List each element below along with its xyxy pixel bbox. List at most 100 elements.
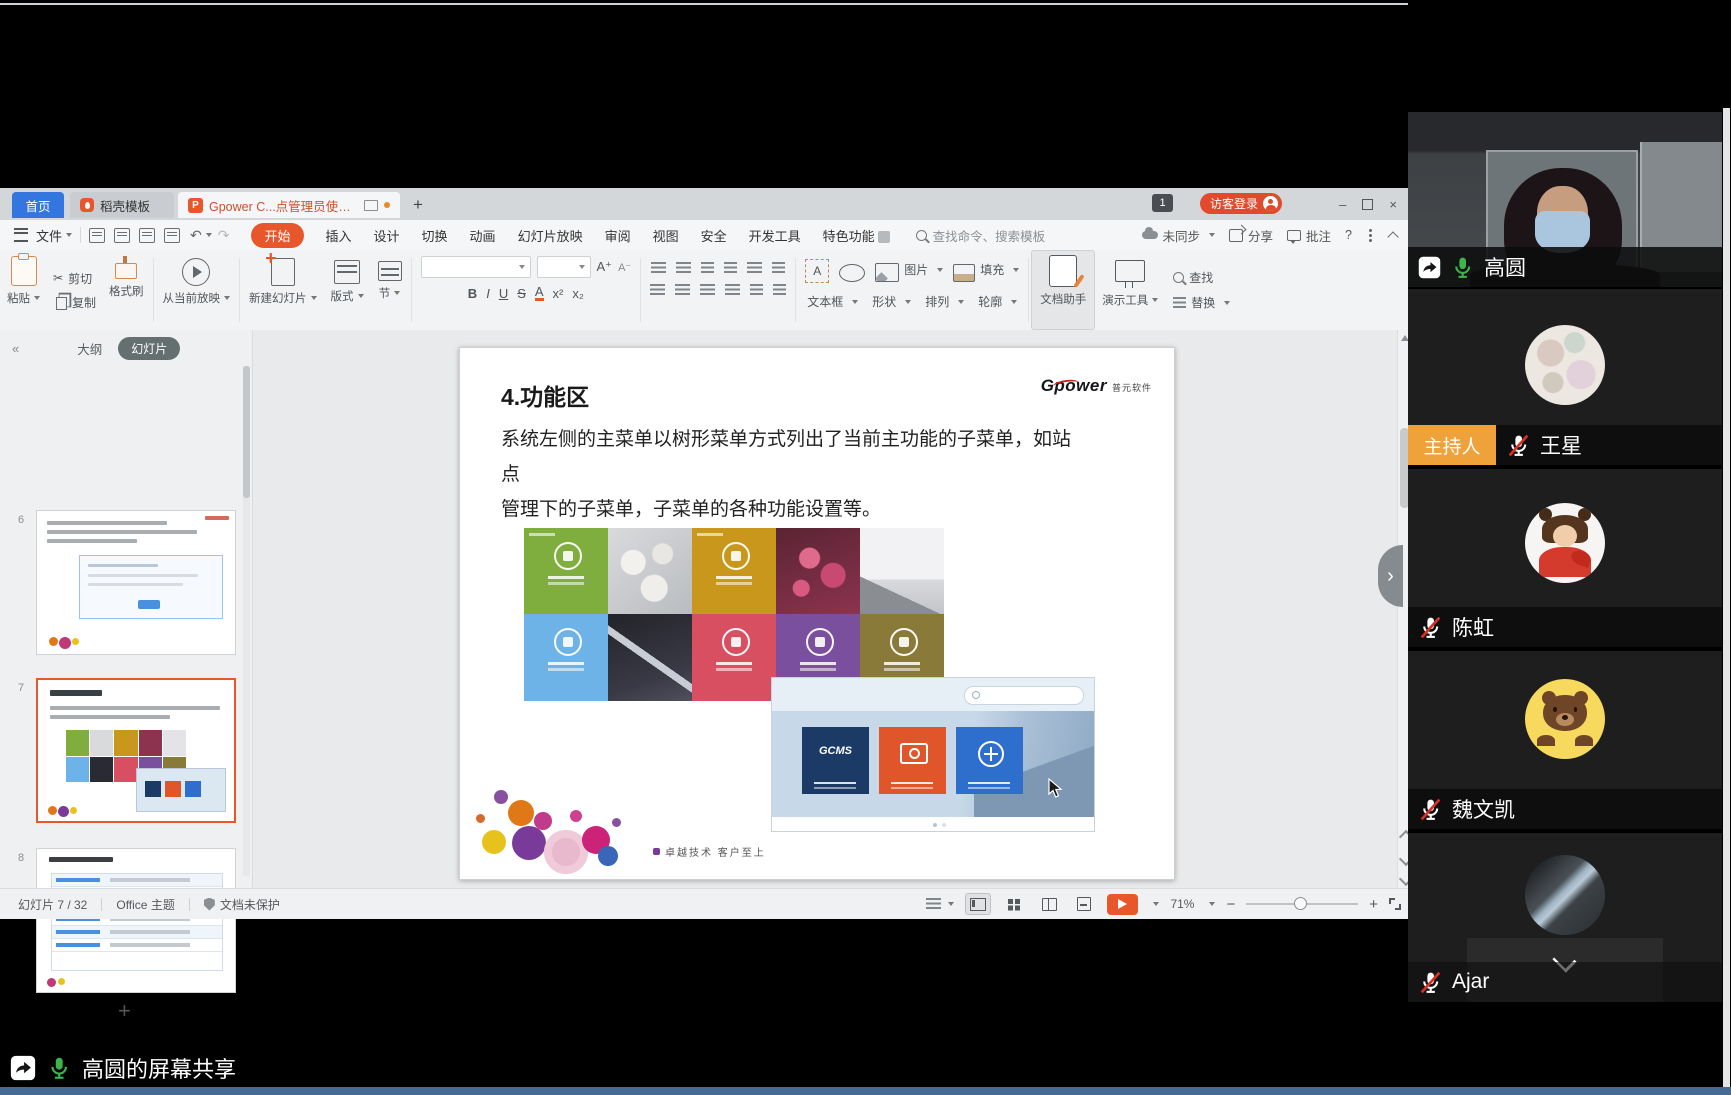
close-button[interactable]: × [1389,197,1397,212]
tab-start[interactable]: 开始 [251,223,303,248]
theme-label[interactable]: Office 主题 [116,896,174,913]
decrease-indent-icon[interactable] [701,262,714,274]
slideshow-play-button[interactable] [1107,894,1138,915]
slide-thumbnail-8[interactable] [36,848,236,993]
columns-icon[interactable] [773,284,786,296]
slide-canvas[interactable]: Gpower 普元软件 4.功能区 系统左侧的主菜单以树形菜单方式列出了当前主功… [459,347,1175,880]
arrange-button[interactable]: 排列 [925,293,964,310]
zoom-slider[interactable] [1246,903,1358,905]
tab-transition[interactable]: 切换 [422,226,448,245]
new-tab-button[interactable]: + [406,192,430,218]
tab-docer-templates[interactable]: 稻壳模板 [70,192,174,218]
slide-thumbnail-7-selected[interactable] [36,678,236,823]
new-slide-button[interactable]: 新建幻灯片 [242,250,324,330]
align-left-icon[interactable] [650,284,665,296]
more-options-icon[interactable] [1369,234,1372,237]
notes-page-button[interactable] [1072,894,1096,914]
numbered-list-icon[interactable] [676,262,691,274]
zoom-in-button[interactable]: + [1369,896,1378,913]
textbox-icon[interactable]: A [805,259,829,283]
add-slide-button[interactable]: + [118,998,131,1024]
strikethrough-button[interactable]: S [517,286,526,301]
shape-icon[interactable] [839,264,865,282]
fill-button[interactable]: 填充 [953,258,1019,282]
tab-view[interactable]: 视图 [653,226,679,245]
tab-special-features[interactable]: 特色功能 [823,226,890,245]
participant-tile[interactable]: 魏文凯 [1408,651,1722,829]
normal-view-button[interactable] [965,893,991,915]
participant-tile-video[interactable]: 高圆 [1408,112,1722,287]
tab-count-badge[interactable]: 1 [1152,194,1173,212]
maximize-button[interactable] [1362,199,1373,210]
minimize-button[interactable]: – [1339,197,1346,212]
print-preview-icon[interactable] [139,228,155,243]
decrease-font-button[interactable]: A⁻ [618,261,631,274]
layout-button[interactable]: 版式 [324,250,371,330]
increase-indent-icon[interactable] [724,262,737,274]
textbox-menu-button[interactable]: 文本框 [807,293,858,310]
slide-sorter-button[interactable] [1002,894,1026,914]
italic-button[interactable]: I [486,286,490,301]
subscript-button[interactable]: x₂ [572,286,584,301]
print-icon[interactable] [114,228,130,243]
bullet-list-icon[interactable] [651,262,666,274]
increase-font-button[interactable]: A⁺ [597,259,613,275]
zoom-out-button[interactable]: − [1226,896,1235,913]
tab-slides[interactable]: 幻灯片 [118,337,180,360]
shape-menu-button[interactable]: 形状 [872,293,911,310]
zoom-slider-knob[interactable] [1294,897,1307,910]
collapse-ribbon-icon[interactable] [1387,231,1398,242]
section-button[interactable]: 节 [371,250,409,330]
save-icon[interactable] [89,228,105,243]
undo-caret-icon[interactable] [206,233,212,237]
picture-button[interactable]: 图片 [875,258,943,282]
find-button[interactable]: 查找 [1173,269,1230,286]
comment-button[interactable]: 批注 [1287,226,1331,245]
font-name-combo[interactable] [421,256,531,278]
panel-collapse-button[interactable]: « [12,341,19,356]
sync-status-button[interactable]: 未同步 [1142,226,1216,245]
tab-security[interactable]: 安全 [701,226,727,245]
copy-button[interactable]: 复制 [53,294,96,311]
tab-slideshow[interactable]: 幻灯片放映 [518,226,583,245]
tab-home[interactable]: 首页 [12,192,64,218]
tab-design[interactable]: 设计 [374,226,400,245]
tab-document-active[interactable]: P Gpower C...点管理员使用手册 [178,192,400,218]
share-button[interactable]: 分享 [1229,226,1273,245]
present-tools-button[interactable]: 演示工具 [1095,250,1165,330]
help-button[interactable]: ? [1345,228,1352,242]
tab-outline[interactable]: 大纲 [77,339,102,358]
tab-devtools[interactable]: 开发工具 [749,226,801,245]
align-right-icon[interactable] [700,284,715,296]
protection-status[interactable]: 文档未保护 [204,896,280,913]
hamburger-icon[interactable] [14,228,28,242]
zoom-level[interactable]: 71% [1170,897,1194,911]
file-menu[interactable]: 文件 [36,226,62,245]
fit-slide-button[interactable] [1389,898,1401,910]
replace-button[interactable]: 替换 [1173,294,1230,311]
slide-thumbnail-6[interactable] [36,510,236,655]
play-from-current-button[interactable]: 从当前放映 [156,250,238,330]
participant-tile[interactable]: 陈虹 [1408,469,1722,647]
redo-icon[interactable]: ↷ [218,227,230,244]
reading-view-button[interactable] [1037,894,1061,914]
distribute-icon[interactable] [750,284,763,296]
notes-button[interactable] [926,898,954,910]
command-search[interactable]: 查找命令、搜索模板 [916,226,1046,245]
export-pdf-icon[interactable] [164,228,180,243]
tab-insert[interactable]: 插入 [326,226,352,245]
tab-animation[interactable]: 动画 [470,226,496,245]
doc-assistant-button[interactable]: 文档助手 [1031,250,1095,330]
superscript-button[interactable]: x² [553,286,564,301]
underline-button[interactable]: U [499,286,508,301]
undo-icon[interactable]: ↶ [190,227,202,244]
cut-button[interactable]: ✂剪切 [53,270,96,287]
participant-tile[interactable]: Ajar [1408,833,1722,1002]
font-color-button[interactable]: A [535,286,544,301]
meeting-panel-scrollbar[interactable] [1723,108,1730,1092]
justify-icon[interactable] [725,284,740,296]
guest-login-button[interactable]: 访客登录 [1200,193,1282,214]
bold-button[interactable]: B [468,286,477,301]
play-options-caret-icon[interactable] [1153,902,1159,906]
outline-button[interactable]: 轮廓 [978,293,1017,310]
